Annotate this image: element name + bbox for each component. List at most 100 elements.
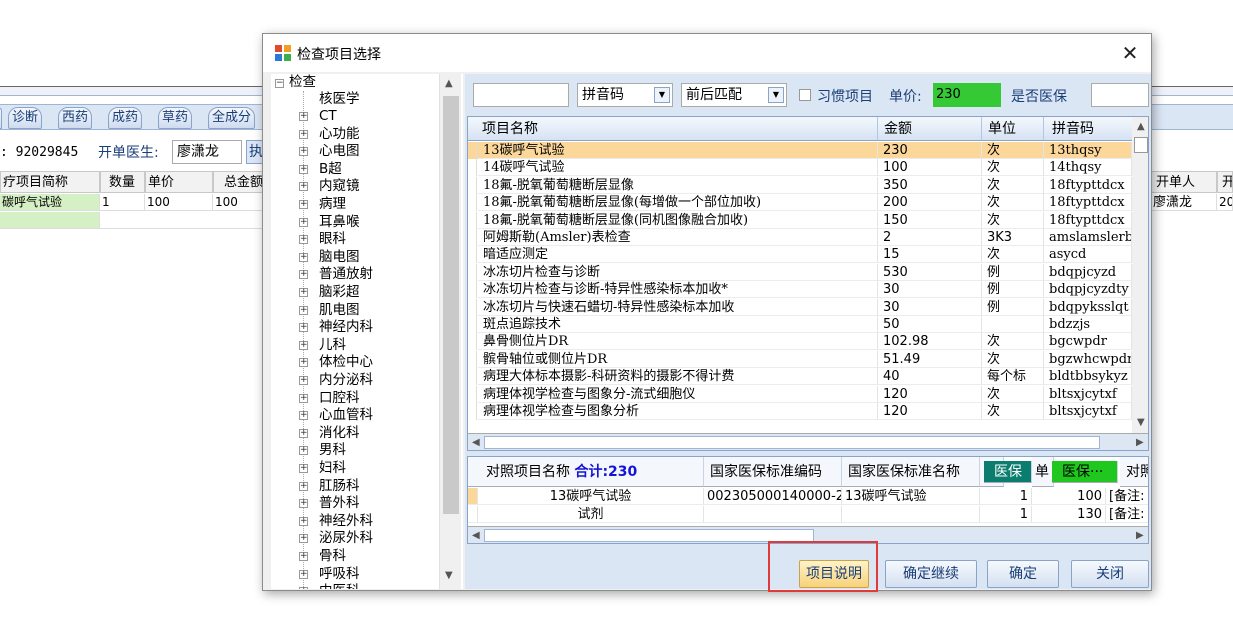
tree-node[interactable]: 眼科 [319, 231, 346, 248]
tree-node[interactable]: 耳鼻喉 [319, 214, 360, 231]
cell-amount[interactable]: 120 [878, 403, 982, 420]
cell-unit[interactable]: 次 [982, 403, 1044, 420]
cell-py[interactable]: 18ftypttdcx [1044, 194, 1132, 212]
col-header-unit[interactable]: 单位 [982, 117, 1044, 141]
tree-node[interactable]: 呼吸科 [319, 566, 360, 583]
mapping-cell-qty[interactable]: 1 [980, 505, 1032, 523]
mapping-cell-name[interactable]: 13碳呼气试验 [478, 488, 704, 505]
tree-expand-icon[interactable]: + [299, 252, 308, 262]
tree-expand-icon[interactable]: + [299, 200, 308, 209]
tree-node[interactable]: 心功能 [319, 126, 360, 143]
habit-checkbox[interactable] [799, 89, 811, 101]
cell-name[interactable]: 冰冻切片检查与诊断 [478, 263, 878, 281]
tree-expand-icon[interactable]: + [299, 305, 308, 315]
table-row[interactable]: 18氟-脱氧葡萄糖断层显像(每增做一个部位加收) 200 次 18ftypttdcx [468, 194, 1132, 212]
mapping-cell-stdname[interactable]: 13碳呼气试验 [842, 488, 980, 505]
tree-node[interactable]: 口腔科 [319, 390, 360, 407]
cell-name[interactable]: 病理体视学检查与图象分析 [478, 403, 878, 420]
tab-diagnosis[interactable]: 诊断 [8, 107, 43, 129]
table-scroll-thumb[interactable] [1134, 137, 1148, 153]
pinyin-select[interactable]: 拼音码 ▼ [577, 83, 673, 107]
tree-node[interactable]: 心血管科 [319, 407, 373, 424]
tree-node[interactable]: 病理 [319, 196, 346, 213]
table-row[interactable]: 阿姆斯勒(Amsler)表检查 2 3K3 amslamslerb [468, 229, 1132, 246]
table-row[interactable]: 18氟-脱氧葡萄糖断层显像(同机图像融合加收) 150 次 18ftypttdcx [468, 211, 1132, 229]
chevron-down-icon[interactable]: ▼ [768, 87, 784, 103]
table-row[interactable]: 髌骨轴位或侧位片DR 51.49 次 bgzwhcwpdr [468, 350, 1132, 368]
cell-py[interactable]: amslamslerb [1044, 229, 1132, 246]
mapping-cell-price[interactable]: 130 [1032, 505, 1106, 523]
grid-cell-price[interactable]: 100 [145, 194, 213, 211]
mapping-cell-price[interactable]: 100 [1032, 488, 1106, 505]
cell-amount[interactable]: 30 [878, 298, 982, 316]
cell-py[interactable]: bdqpyksslqt [1044, 298, 1132, 316]
cell-py[interactable]: 14thqsy [1044, 159, 1132, 177]
tree-node[interactable]: 普外科 [319, 495, 360, 512]
mapping-header-insurance[interactable]: 医保 [984, 461, 1032, 483]
scroll-down-icon[interactable]: ▼ [1137, 417, 1145, 428]
scroll-left-icon[interactable]: ◀ [472, 437, 480, 448]
cell-amount[interactable]: 350 [878, 176, 982, 194]
tree-expand-icon[interactable]: + [299, 323, 308, 333]
tree-expand-icon[interactable]: + [299, 464, 308, 473]
grid-cell-qty[interactable]: 1 [100, 194, 145, 211]
close-button[interactable]: 关闭 [1071, 560, 1149, 588]
tree-expand-icon[interactable]: + [299, 340, 308, 350]
grid-cell-issuer[interactable]: 廖潇龙 [1151, 194, 1217, 211]
cell-name[interactable]: 髌骨轴位或侧位片DR [478, 350, 878, 368]
tree-node[interactable]: CT [319, 108, 337, 125]
cell-py[interactable]: bltsxjcytxf [1044, 403, 1132, 420]
cell-py[interactable]: bdqpjcyzdty [1044, 281, 1132, 299]
tree-expand-icon[interactable]: + [299, 446, 308, 456]
tree-node-nuclear-medicine[interactable]: 核医学 [319, 91, 360, 108]
tree-expand-icon[interactable]: + [299, 376, 308, 385]
cell-unit[interactable]: 次 [982, 159, 1044, 177]
table-vertical-scrollbar[interactable]: ▲ ▼ [1132, 117, 1148, 433]
tree-expand-icon[interactable]: + [299, 147, 308, 157]
cell-unit[interactable]: 每个标 [982, 368, 1044, 386]
search-input[interactable] [473, 83, 569, 107]
scroll-right-icon[interactable]: ▶ [1136, 530, 1144, 541]
table-row[interactable]: 冰冻切片检查与诊断-特异性感染标本加收* 30 例 bdqpjcyzdty [468, 281, 1132, 299]
tree-expand-icon[interactable]: + [299, 270, 308, 280]
table-row[interactable]: 冰冻切片与快速石蜡切-特异性感染标本加收 30 例 bdqpyksslqt [468, 298, 1132, 316]
cell-name[interactable]: 18氟-脱氧葡萄糖断层显像(每增做一个部位加收) [478, 194, 878, 212]
cell-name[interactable]: 冰冻切片与快速石蜡切-特异性感染标本加收 [478, 298, 878, 316]
cell-py[interactable]: 18ftypttdcx [1044, 176, 1132, 194]
table-row[interactable]: 13碳呼气试验 230 次 13thqsy [468, 142, 1132, 159]
tree-expand-icon[interactable]: + [299, 552, 308, 561]
cell-amount[interactable]: 150 [878, 211, 982, 229]
mapping-cell-name[interactable]: 试剂 [478, 505, 704, 523]
tree-expand-icon[interactable]: + [299, 499, 308, 509]
tree-expand-icon[interactable]: + [299, 481, 308, 491]
table-row[interactable]: 暗适应测定 15 次 asycd [468, 246, 1132, 264]
table-row[interactable]: 冰冻切片检查与诊断 530 例 bdqpjcyzd [468, 263, 1132, 281]
cell-amount[interactable]: 100 [878, 159, 982, 177]
tree-node[interactable]: 内窥镜 [319, 178, 360, 195]
tree-expand-icon[interactable]: + [299, 235, 308, 245]
table-row[interactable]: 14碳呼气试验 100 次 14thqsy [468, 159, 1132, 177]
mapping-cell-code[interactable]: 002305000140000-23 [704, 488, 842, 505]
tree-node[interactable]: 普通放射 [319, 266, 373, 283]
tree-expand-icon[interactable]: + [299, 516, 308, 526]
tab-patent-medicine[interactable]: 成药 [108, 107, 143, 129]
cell-name[interactable]: 鼻骨侧位片DR [478, 333, 878, 351]
cell-unit[interactable] [982, 316, 1044, 333]
cell-unit[interactable]: 次 [982, 333, 1044, 351]
tree-root-label[interactable]: 检查 [289, 74, 316, 91]
price-field[interactable]: 230 [933, 83, 1001, 107]
cell-unit[interactable]: 次 [982, 176, 1044, 194]
cell-py[interactable]: 13thqsy [1044, 142, 1132, 159]
cell-amount[interactable]: 30 [878, 281, 982, 299]
cell-name[interactable]: 18氟-脱氧葡萄糖断层显像(同机图像融合加收) [478, 211, 878, 229]
tree-expand-icon[interactable]: + [299, 569, 308, 579]
confirm-continue-button[interactable]: 确定继续 [885, 560, 977, 588]
mapping-cell-code[interactable] [704, 505, 842, 523]
mapping-cell-stdname[interactable] [842, 505, 980, 523]
tree-node[interactable]: 肛肠科 [319, 478, 360, 495]
cell-unit[interactable]: 3K3 [982, 229, 1044, 246]
table-row[interactable]: 病理体视学检查与图象分析 120 次 bltsxjcytxf [468, 403, 1132, 420]
tree-node[interactable]: 内分泌科 [319, 372, 373, 389]
cell-py[interactable]: bgzwhcwpdr [1044, 350, 1132, 368]
tab-herbal-medicine[interactable]: 草药 [158, 107, 193, 129]
